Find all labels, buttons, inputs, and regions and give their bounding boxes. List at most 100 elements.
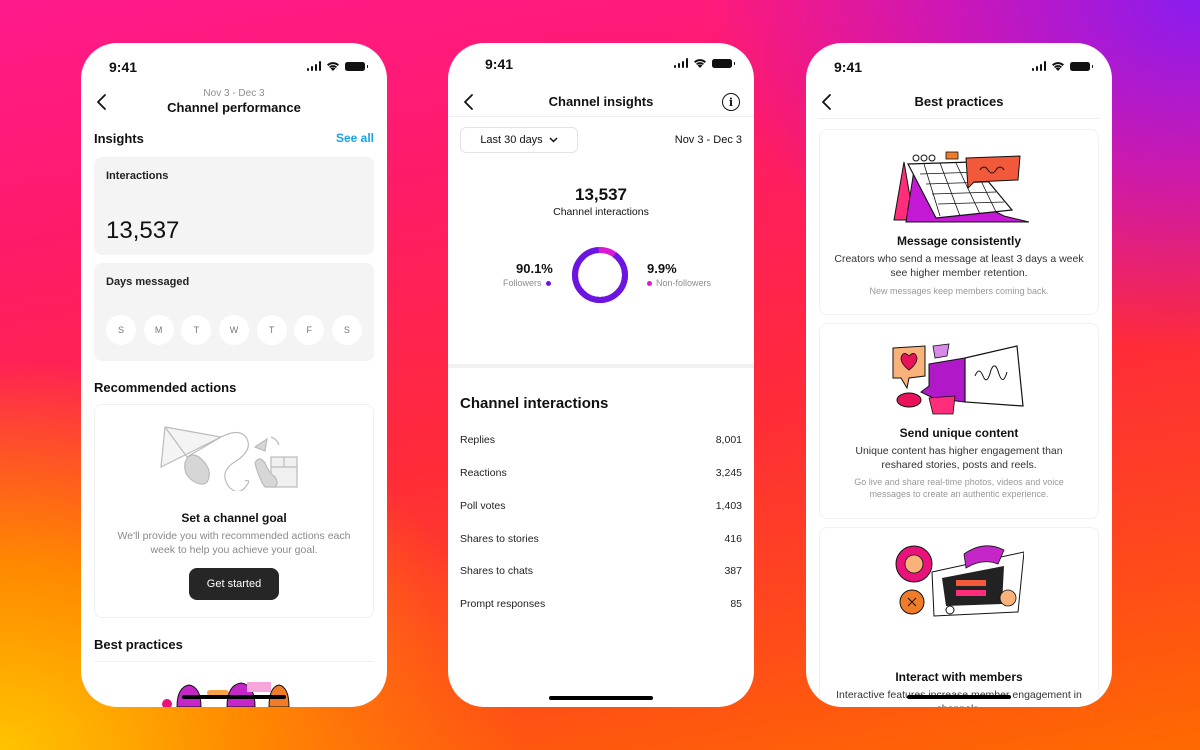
channel-goal-card: Set a channel goal We'll provide you wit… — [94, 404, 374, 618]
card-title: Send unique content — [899, 426, 1019, 440]
followers-dot — [545, 280, 551, 286]
page-title: Channel insights — [548, 94, 654, 109]
phone-channel-performance: 9:41 Nov 3 - Dec 3 Channel performance I… — [81, 43, 387, 707]
row-value: 387 — [724, 565, 742, 577]
non-followers-label: Non-followers — [656, 278, 712, 288]
goal-description: We'll provide you with recommended actio… — [117, 530, 351, 556]
calendar-illustration-icon — [893, 151, 1030, 223]
total-interactions-label: Channel interactions — [553, 206, 649, 218]
info-icon[interactable]: i — [722, 93, 740, 111]
chevron-down-icon — [549, 137, 558, 143]
card-subtext: New messages keep members coming back. — [869, 286, 1049, 296]
day-chip: S — [106, 315, 136, 345]
battery-icon — [1070, 61, 1093, 71]
table-row: Replies 8,001 — [460, 434, 742, 446]
row-label: Prompt responses — [460, 598, 546, 610]
date-range: Nov 3 - Dec 3 — [674, 134, 742, 146]
row-value: 8,001 — [715, 434, 742, 446]
best-practices-illustration-icon — [162, 682, 290, 707]
wifi-icon — [1052, 62, 1064, 71]
day-chip: F — [294, 315, 325, 345]
phone-best-practices: 9:41 Best practices Message consistently… — [806, 43, 1112, 707]
table-row: Prompt responses 85 — [460, 598, 742, 610]
battery-icon — [345, 61, 368, 71]
status-bar: 9:41 — [806, 43, 1112, 89]
get-started-button[interactable]: Get started — [189, 568, 279, 600]
best-practices-heading: Best practices — [94, 637, 183, 652]
channel-interactions-heading: Channel interactions — [460, 395, 609, 412]
followers-percent: 90.1% — [516, 261, 553, 276]
card-title: Interact with members — [895, 670, 1023, 684]
donut-followers-segment — [572, 247, 628, 303]
interactions-card[interactable]: Interactions 13,537 — [94, 157, 374, 255]
non-followers-dot — [647, 280, 652, 286]
days-row: S M T W T F S — [106, 315, 362, 345]
wifi-icon — [694, 59, 706, 68]
total-interactions-value: 13,537 — [575, 185, 627, 204]
interactions-value: 13,537 — [106, 217, 180, 244]
status-time: 9:41 — [834, 59, 863, 75]
row-label: Shares to chats — [460, 565, 533, 577]
days-messaged-label: Days messaged — [106, 276, 190, 288]
row-value: 85 — [730, 598, 742, 610]
see-all-link[interactable]: See all — [336, 131, 374, 145]
signal-icon — [306, 61, 321, 71]
day-chip: W — [218, 315, 249, 345]
divider — [94, 661, 374, 662]
home-indicator — [907, 695, 1011, 699]
card-subtext: Go live and share real-time photos, vide… — [854, 477, 1064, 499]
row-label: Poll votes — [460, 500, 506, 512]
megaphone-illustration-icon — [892, 343, 1024, 415]
table-row: Shares to chats 387 — [460, 565, 742, 577]
table-row: Shares to stories 416 — [460, 533, 742, 545]
divider — [818, 118, 1100, 119]
followers-donut-chart — [572, 247, 628, 303]
row-label: Reactions — [460, 467, 507, 479]
day-chip: T — [256, 315, 287, 345]
row-value: 1,403 — [715, 500, 742, 512]
signal-icon — [673, 58, 688, 68]
followers-label: Followers — [503, 278, 542, 288]
page-title: Best practices — [914, 94, 1004, 109]
non-followers-legend: Non-followers — [647, 278, 711, 288]
interactions-label: Interactions — [106, 170, 169, 182]
insights-heading: Insights — [94, 131, 144, 146]
divider — [448, 116, 754, 117]
date-filter-value: Last 30 days — [480, 134, 543, 146]
day-chip: M — [143, 315, 174, 345]
day-chip: T — [181, 315, 212, 345]
status-time: 9:41 — [485, 56, 514, 72]
paper-plane-illustration-icon — [160, 426, 298, 491]
non-followers-percent: 9.9% — [647, 261, 677, 276]
table-row: Poll votes 1,403 — [460, 500, 742, 512]
card-text: Creators who send a message at least 3 d… — [834, 253, 1084, 279]
page-title: Channel performance — [167, 100, 301, 115]
status-bar: 9:41 — [81, 43, 387, 89]
row-label: Shares to stories — [460, 533, 539, 545]
card-text: Unique content has higher engagement tha… — [855, 445, 1063, 471]
recommended-actions-heading: Recommended actions — [94, 380, 237, 395]
row-label: Replies — [460, 434, 496, 446]
home-indicator — [549, 696, 653, 700]
phone-channel-insights: 9:41 Channel insights i Last 30 days Nov… — [448, 43, 754, 707]
row-value: 3,245 — [715, 467, 742, 479]
battery-icon — [712, 58, 735, 68]
day-chip: S — [331, 315, 362, 345]
days-messaged-card: Days messaged S M T W T F S — [94, 263, 374, 361]
row-value: 416 — [724, 533, 742, 545]
status-bar: 9:41 — [448, 43, 754, 89]
home-indicator — [182, 695, 286, 699]
table-row: Reactions 3,245 — [460, 467, 742, 479]
interactive-phone-illustration-icon — [895, 545, 1024, 617]
goal-title: Set a channel goal — [181, 511, 287, 525]
best-practice-card: Send unique content Unique content has h… — [819, 323, 1099, 519]
status-time: 9:41 — [109, 59, 138, 75]
card-title: Message consistently — [896, 234, 1022, 248]
date-filter-dropdown[interactable]: Last 30 days — [460, 127, 578, 153]
best-practice-card: Message consistently Creators who send a… — [819, 129, 1099, 315]
best-practice-card: Interact with members Interactive featur… — [819, 527, 1099, 707]
date-range-subtitle: Nov 3 - Dec 3 — [203, 88, 265, 99]
wifi-icon — [327, 62, 339, 71]
followers-legend: Followers — [503, 278, 551, 288]
signal-icon — [1031, 61, 1046, 71]
